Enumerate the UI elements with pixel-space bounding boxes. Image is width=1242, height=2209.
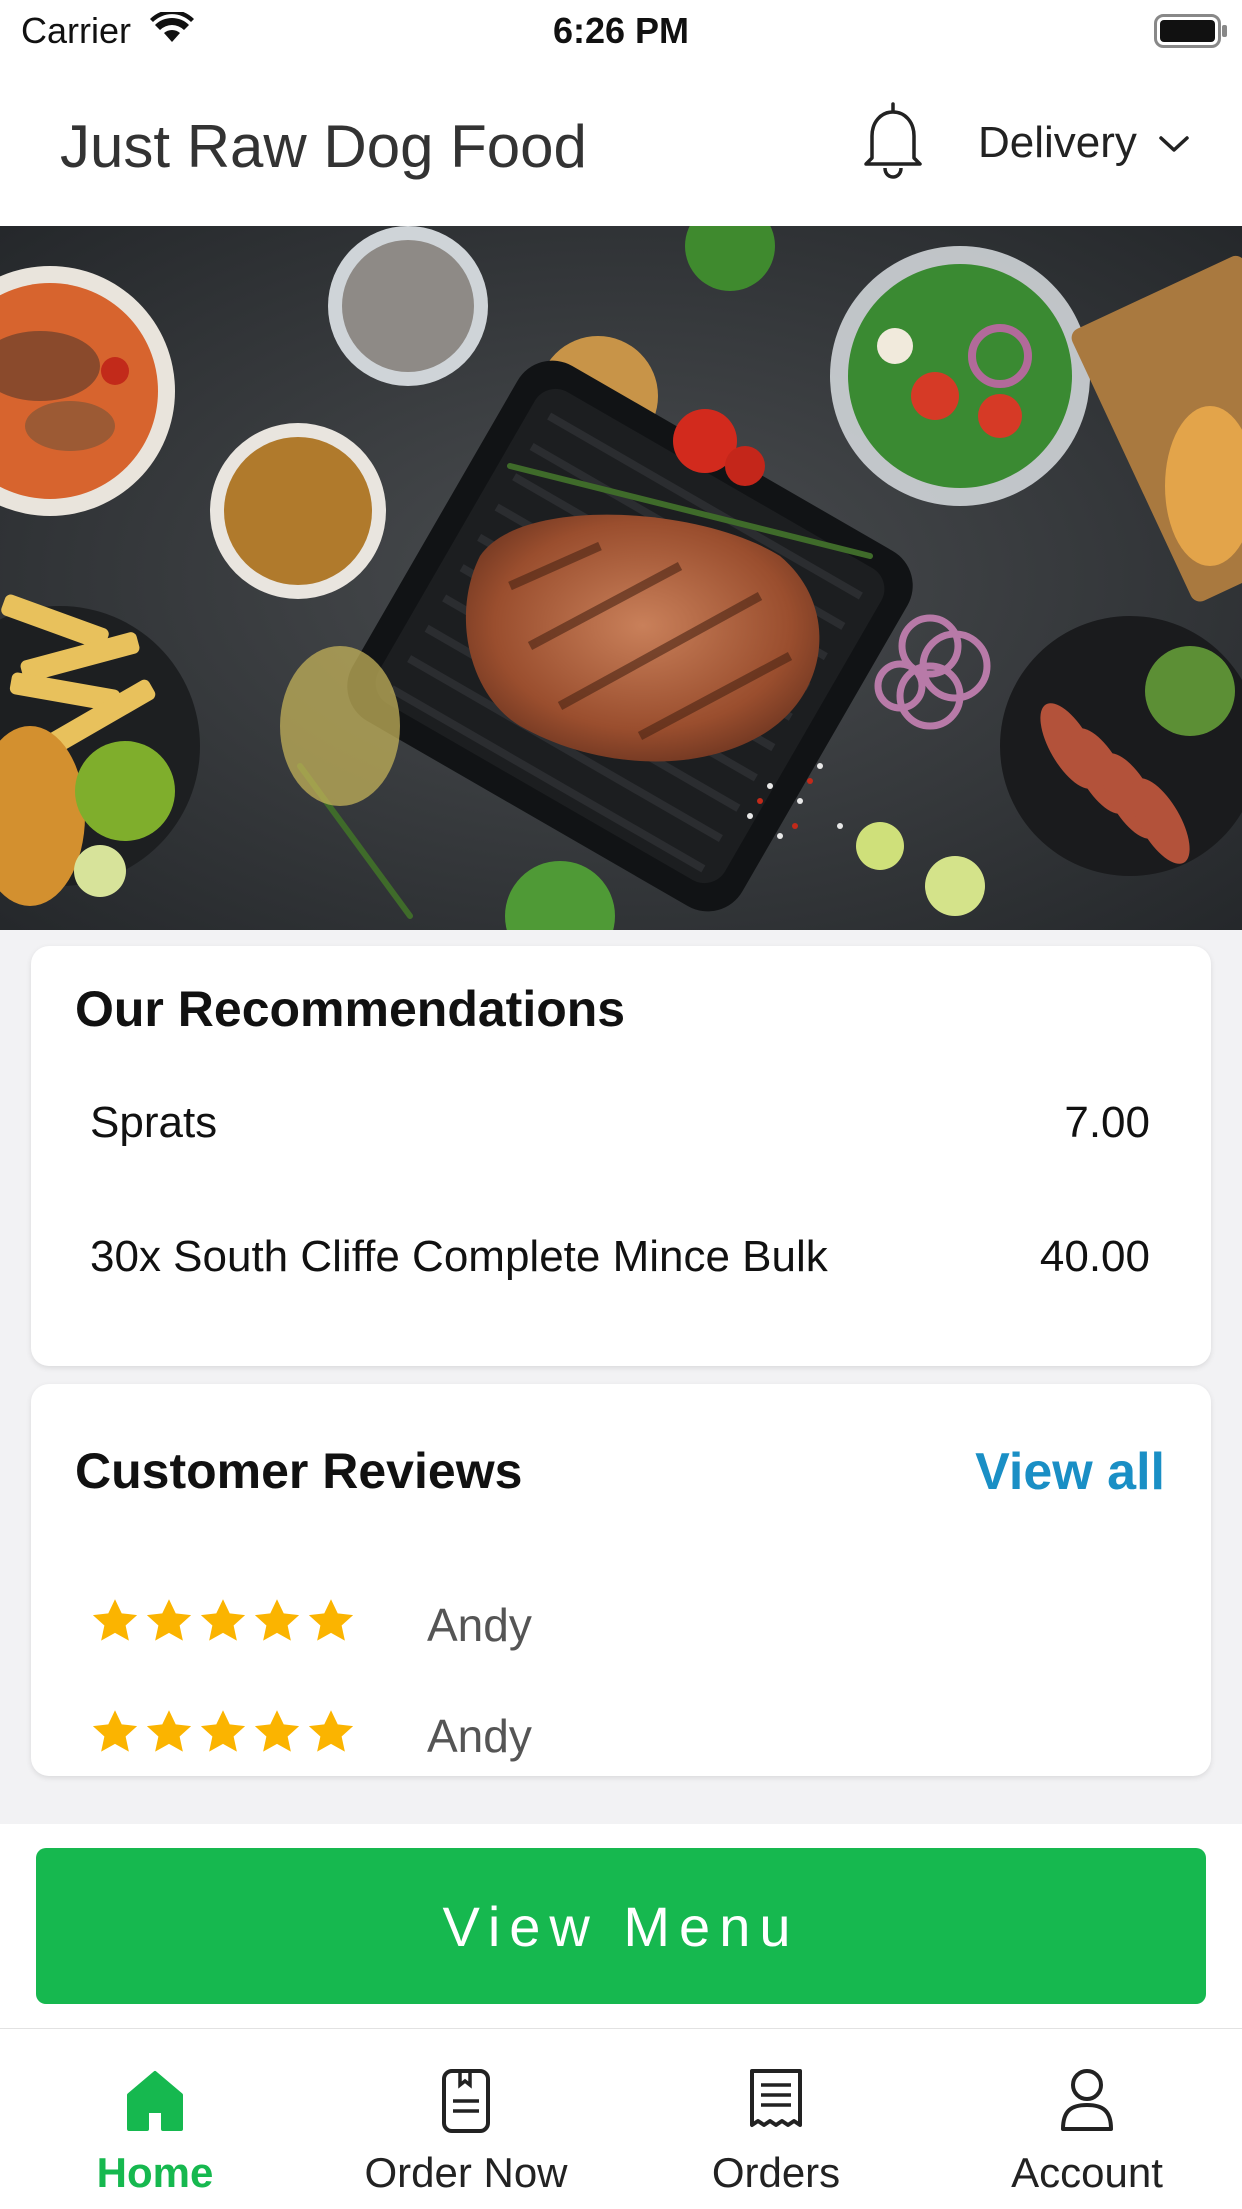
tab-account[interactable]: Account xyxy=(932,2029,1242,2209)
star-icon xyxy=(200,1599,246,1641)
item-price: 7.00 xyxy=(1064,1098,1150,1147)
star-icon xyxy=(146,1710,192,1752)
store-title: Just Raw Dog Food xyxy=(60,113,587,180)
star-icon xyxy=(254,1710,300,1752)
star-rating xyxy=(89,1596,357,1648)
status-bar: Carrier 6:26 PM xyxy=(0,0,1242,60)
star-icon xyxy=(200,1710,246,1752)
reviewer-name: Andy xyxy=(427,1599,532,1651)
chevron-down-icon[interactable] xyxy=(1158,134,1190,159)
view-menu-bar: View Menu xyxy=(0,1824,1242,2028)
app-header: Just Raw Dog Food Delivery xyxy=(0,60,1242,226)
tab-label: Account xyxy=(1011,2149,1163,2196)
bottom-tab-bar: Home Order Now Orders Account xyxy=(0,2028,1242,2209)
reviewer-name: Andy xyxy=(427,1710,532,1762)
receipt-icon xyxy=(621,2067,931,2131)
battery-icon xyxy=(1154,14,1228,53)
menu-book-icon xyxy=(311,2067,621,2135)
item-price: 40.00 xyxy=(1039,1232,1150,1281)
star-icon xyxy=(308,1710,354,1752)
item-name: Sprats xyxy=(90,1098,218,1147)
tab-orders[interactable]: Orders xyxy=(621,2029,931,2209)
star-icon xyxy=(254,1599,300,1641)
star-rating xyxy=(89,1707,357,1759)
recommendation-item[interactable]: Sprats 7.00 xyxy=(90,1098,1150,1178)
recommendation-item[interactable]: 30x South Cliffe Complete Mince Bulk 40.… xyxy=(90,1232,1150,1312)
tab-home[interactable]: Home xyxy=(0,2029,310,2209)
reviews-title: Customer Reviews xyxy=(75,1443,523,1499)
clock: 6:26 PM xyxy=(552,10,690,51)
review-item: Andy xyxy=(89,1701,989,1771)
review-item: Andy xyxy=(89,1590,989,1660)
recommendations-card: Our Recommendations Sprats 7.00 30x Sout… xyxy=(31,946,1211,1366)
star-icon xyxy=(146,1599,192,1641)
home-icon xyxy=(0,2067,310,2133)
view-all-reviews-link[interactable]: View all xyxy=(975,1442,1165,1502)
tab-label: Orders xyxy=(711,2149,841,2196)
bell-icon[interactable] xyxy=(860,100,926,185)
star-icon xyxy=(92,1710,138,1752)
tab-label: Order Now xyxy=(364,2149,568,2196)
user-icon xyxy=(932,2067,1242,2133)
customer-reviews-card: Customer Reviews View all Andy Andy xyxy=(31,1384,1211,1776)
delivery-mode-selector[interactable]: Delivery xyxy=(978,118,1137,168)
star-icon xyxy=(308,1599,354,1641)
hero-food-image xyxy=(0,226,1242,930)
recommendations-title: Our Recommendations xyxy=(75,981,626,1037)
tab-label: Home xyxy=(96,2149,214,2196)
item-name: 30x South Cliffe Complete Mince Bulk xyxy=(90,1232,828,1281)
tab-order-now[interactable]: Order Now xyxy=(311,2029,621,2209)
view-menu-button[interactable]: View Menu xyxy=(36,1848,1206,2004)
star-icon xyxy=(92,1599,138,1641)
